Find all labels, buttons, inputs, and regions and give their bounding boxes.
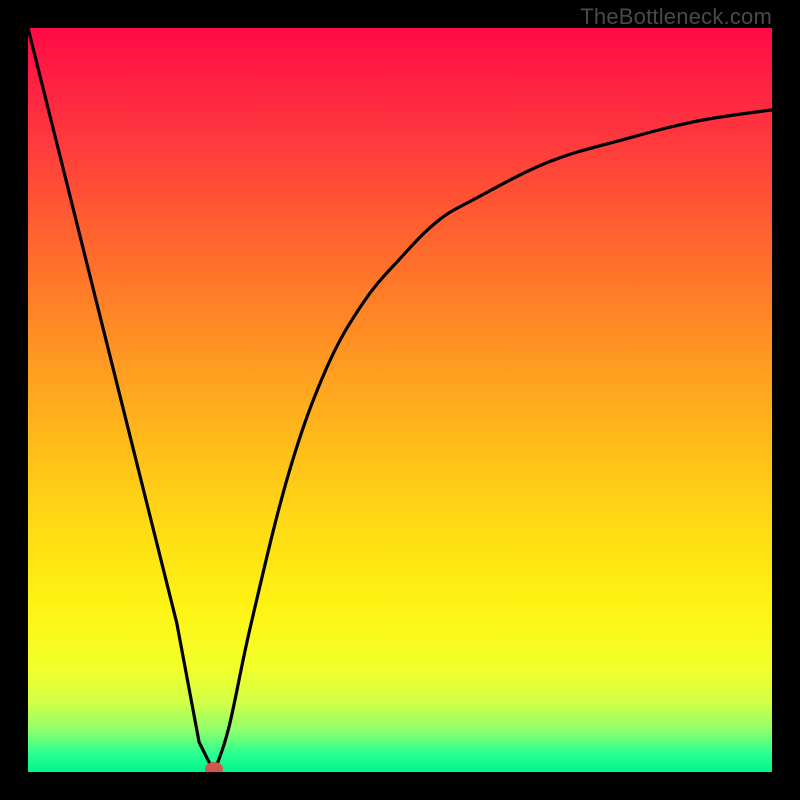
gradient-background <box>28 28 772 772</box>
watermark-text: TheBottleneck.com <box>580 4 772 30</box>
chart-frame <box>28 28 772 772</box>
chart-svg <box>28 28 772 772</box>
